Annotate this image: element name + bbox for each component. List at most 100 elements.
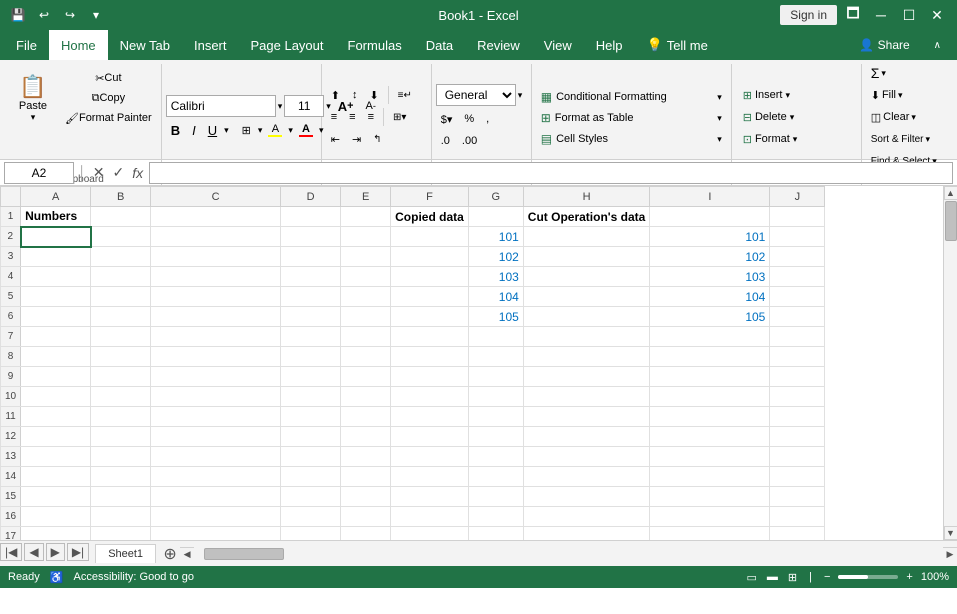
fill-button[interactable]: ⬇ Fill ▾ — [866, 86, 908, 104]
insert-function-icon[interactable]: fx — [130, 163, 145, 183]
menu-insert[interactable]: Insert — [182, 30, 239, 60]
indent-increase-button[interactable]: ⇥ — [347, 130, 366, 148]
table-cell[interactable] — [21, 427, 91, 447]
sheet-tab-sheet1[interactable]: Sheet1 — [95, 544, 156, 563]
cancel-formula-icon[interactable]: ✕ — [91, 162, 107, 183]
align-left-button[interactable]: ≡ — [326, 108, 342, 126]
page-break-button[interactable]: ⊞ — [786, 571, 799, 584]
table-cell[interactable] — [391, 407, 469, 427]
table-cell[interactable] — [770, 367, 825, 387]
table-cell[interactable] — [770, 487, 825, 507]
table-cell[interactable] — [650, 407, 770, 427]
wrap-text-button[interactable]: ≡↵ — [393, 86, 417, 104]
format-cells-button[interactable]: ⊡ Format ▾ — [736, 130, 805, 148]
table-cell[interactable] — [341, 227, 391, 247]
table-cell[interactable] — [151, 307, 281, 327]
conditional-formatting-button[interactable]: ▦ Conditional Formatting ▾ — [536, 88, 727, 106]
table-cell[interactable] — [91, 327, 151, 347]
table-cell[interactable] — [21, 367, 91, 387]
table-cell[interactable] — [341, 507, 391, 527]
table-cell[interactable] — [91, 467, 151, 487]
table-cell[interactable] — [391, 267, 469, 287]
zoom-slider[interactable] — [838, 575, 898, 579]
table-cell[interactable] — [391, 487, 469, 507]
table-cell[interactable]: Copied data — [391, 207, 469, 227]
table-cell[interactable] — [281, 507, 341, 527]
table-cell[interactable] — [391, 507, 469, 527]
table-cell[interactable] — [468, 347, 523, 367]
table-cell[interactable] — [21, 347, 91, 367]
table-cell[interactable] — [151, 507, 281, 527]
table-cell[interactable] — [341, 207, 391, 227]
table-cell[interactable] — [91, 427, 151, 447]
cell-styles-dropdown[interactable]: ▾ — [717, 134, 722, 145]
table-cell[interactable] — [341, 407, 391, 427]
table-cell[interactable] — [91, 207, 151, 227]
autosum-dropdown[interactable]: ▾ — [881, 68, 886, 79]
fill-dropdown[interactable]: ▾ — [898, 90, 903, 101]
insert-dropdown-icon[interactable]: ▾ — [785, 90, 790, 101]
table-cell[interactable] — [770, 447, 825, 467]
table-cell[interactable] — [770, 287, 825, 307]
table-cell[interactable] — [281, 487, 341, 507]
table-cell[interactable] — [468, 367, 523, 387]
table-cell[interactable]: 103 — [468, 267, 523, 287]
col-header-a[interactable]: A — [21, 187, 91, 207]
fill-color-dropdown[interactable]: ▾ — [288, 125, 293, 136]
table-cell[interactable] — [91, 227, 151, 247]
table-cell[interactable] — [281, 527, 341, 541]
table-cell[interactable] — [281, 327, 341, 347]
fmt-table-dropdown[interactable]: ▾ — [717, 113, 722, 124]
table-cell[interactable] — [281, 467, 341, 487]
menu-view[interactable]: View — [532, 30, 584, 60]
horizontal-scrollbar[interactable]: ◀ ▶ — [180, 547, 957, 561]
table-cell[interactable] — [770, 207, 825, 227]
table-cell[interactable] — [770, 527, 825, 541]
table-cell[interactable] — [391, 467, 469, 487]
table-cell[interactable] — [151, 287, 281, 307]
table-cell[interactable] — [341, 327, 391, 347]
font-name-dropdown-icon[interactable]: ▾ — [278, 101, 283, 112]
fill-color-button[interactable]: A — [264, 121, 286, 139]
table-cell[interactable] — [21, 307, 91, 327]
col-header-b[interactable]: B — [91, 187, 151, 207]
table-cell[interactable] — [341, 347, 391, 367]
table-cell[interactable] — [151, 247, 281, 267]
sheet-next-button[interactable]: ▶ — [46, 543, 65, 561]
table-cell[interactable] — [21, 287, 91, 307]
col-header-f[interactable]: F — [391, 187, 469, 207]
close-button[interactable]: ✕ — [925, 3, 949, 27]
table-cell[interactable] — [341, 307, 391, 327]
table-cell[interactable] — [468, 447, 523, 467]
table-cell[interactable]: 101 — [468, 227, 523, 247]
table-cell[interactable] — [281, 447, 341, 467]
text-direction-button[interactable]: ↰ — [368, 130, 386, 148]
table-cell[interactable] — [523, 387, 650, 407]
col-header-i[interactable]: I — [650, 187, 770, 207]
table-cell[interactable]: Cut Operation's data — [523, 207, 650, 227]
table-cell[interactable] — [91, 267, 151, 287]
table-cell[interactable] — [523, 467, 650, 487]
scroll-left-button[interactable]: ◀ — [180, 547, 194, 561]
table-cell[interactable] — [523, 247, 650, 267]
scroll-down-button[interactable]: ▼ — [944, 526, 957, 540]
table-cell[interactable] — [468, 407, 523, 427]
border-button[interactable]: ⊞ — [237, 121, 256, 139]
table-cell[interactable]: Numbers — [21, 207, 91, 227]
table-cell[interactable] — [391, 227, 469, 247]
sign-in-button[interactable]: Sign in — [780, 5, 837, 25]
zoom-in-button[interactable]: + — [904, 571, 914, 583]
table-cell[interactable] — [151, 227, 281, 247]
table-cell[interactable]: 101 — [650, 227, 770, 247]
table-cell[interactable] — [468, 387, 523, 407]
table-cell[interactable] — [21, 387, 91, 407]
format-as-table-button[interactable]: ⊞ Format as Table ▾ — [536, 109, 727, 127]
table-cell[interactable] — [91, 307, 151, 327]
table-cell[interactable] — [523, 507, 650, 527]
tell-me-box[interactable]: 💡 Tell me — [635, 30, 720, 60]
table-cell[interactable] — [91, 487, 151, 507]
merge-cells-button[interactable]: ⊞▾ — [388, 108, 411, 126]
table-cell[interactable] — [281, 227, 341, 247]
menu-new-tab[interactable]: New Tab — [108, 30, 182, 60]
table-cell[interactable] — [650, 327, 770, 347]
